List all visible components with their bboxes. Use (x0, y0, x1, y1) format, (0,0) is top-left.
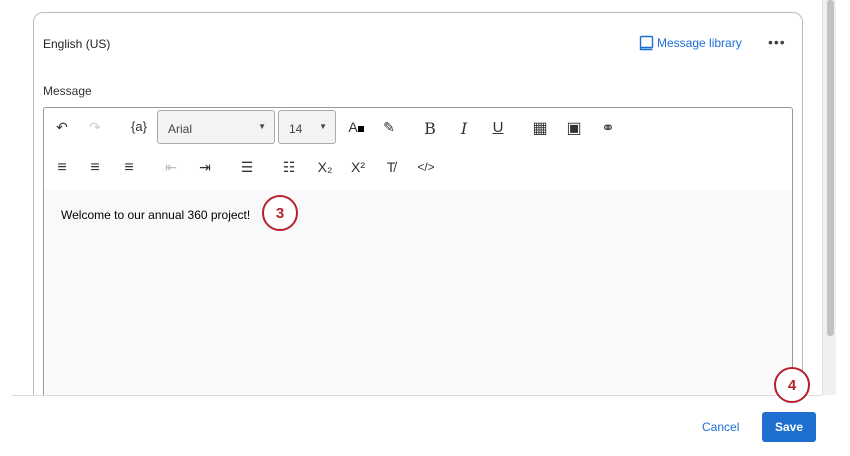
link-icon[interactable]: ⚭ (596, 118, 620, 138)
more-options-button[interactable]: ••• (768, 34, 786, 50)
language-label: English (US) (43, 37, 111, 51)
highlight-icon[interactable]: ✎ (377, 119, 401, 136)
rich-text-editor: ↶ ↷ {a} Arial ▼ 14 ▼ A ✎ B I U ▦ ▣ ⚭ ≡ ≡ ≡… (43, 107, 793, 407)
bold-icon[interactable]: B (418, 119, 442, 138)
redo-icon[interactable]: ↷ (83, 119, 107, 136)
message-label: Message (43, 84, 92, 98)
scrollbar[interactable] (822, 0, 836, 395)
subscript-icon[interactable]: X₂ (311, 159, 339, 175)
align-right-icon[interactable]: ≡ (117, 159, 141, 177)
caret-down-icon: ▼ (319, 122, 327, 131)
clear-format-icon[interactable]: T̸ (379, 159, 403, 175)
align-left-icon[interactable]: ≡ (50, 159, 74, 177)
step-badge-3: 3 (262, 195, 298, 231)
table-icon[interactable]: ▦ (528, 118, 552, 138)
scrollbar-thumb[interactable] (827, 0, 834, 336)
bullet-list-icon[interactable]: ☰ (235, 159, 259, 176)
footer (12, 395, 822, 456)
undo-icon[interactable]: ↶ (50, 119, 74, 136)
align-center-icon[interactable]: ≡ (83, 159, 107, 177)
book-icon (639, 35, 654, 51)
piped-text-button[interactable]: {a} (124, 119, 154, 134)
image-icon[interactable]: ▣ (562, 118, 586, 138)
caret-down-icon: ▼ (258, 122, 266, 131)
font-family-select[interactable]: Arial ▼ (157, 110, 275, 144)
italic-icon[interactable]: I (452, 119, 476, 138)
source-code-icon[interactable]: </> (412, 160, 440, 174)
indent-icon[interactable]: ⇥ (193, 159, 217, 176)
save-button[interactable]: Save (762, 412, 816, 442)
step-badge-4: 4 (774, 367, 810, 403)
editor-text[interactable]: Welcome to our annual 360 project! (61, 208, 250, 222)
superscript-icon[interactable]: X² (344, 159, 372, 175)
numbered-list-icon[interactable]: ☷ (277, 159, 301, 176)
message-library-link[interactable]: Message library (639, 35, 742, 51)
font-size-select[interactable]: 14 ▼ (278, 110, 336, 144)
underline-icon[interactable]: U (486, 119, 510, 136)
text-color-icon[interactable]: A (344, 119, 368, 135)
outdent-icon[interactable]: ⇤ (159, 159, 183, 176)
editor-content-area[interactable] (44, 190, 792, 406)
cancel-button[interactable]: Cancel (702, 420, 739, 434)
